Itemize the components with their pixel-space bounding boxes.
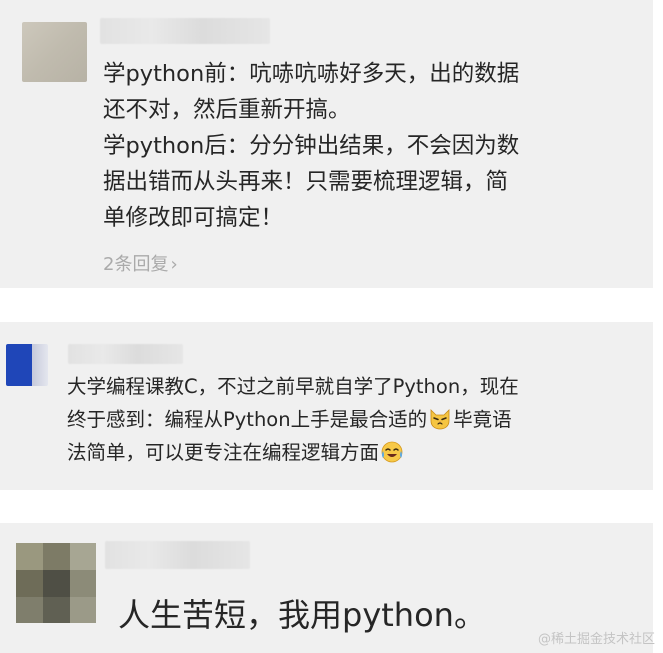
comment-line: 法简单，可以更专注在编程逻辑方面 [67,436,647,469]
chevron-right-icon: › [170,254,178,275]
comment-segment: 终于感到：编程从Python上手是最合适的 [67,408,428,431]
comment-line: 大学编程课教C，不过之前早就自学了Python，现在 [67,375,519,398]
view-replies-link[interactable]: 2条回复 › [103,250,178,276]
comment-line: 学python后：分分钟出结果，不会因为数 [103,133,520,159]
comment-line: 还不对，然后重新开搞。 [103,97,351,123]
comment-line: 终于感到：编程从Python上手是最合适的 毕竟语 [67,403,647,436]
blurred-username [105,541,250,569]
comment-line: 据出错而从头再来！只需要梳理逻辑，简 [103,169,509,195]
comment-text: 学python前：吭哧吭哧好多天，出的数据 还不对，然后重新开搞。 学pytho… [103,56,633,236]
avatar[interactable] [16,543,96,623]
blurred-username [100,18,270,44]
comment-line: 单修改即可搞定！ [103,205,284,231]
avatar[interactable] [22,22,87,82]
comment-segment: 法简单，可以更专注在编程逻辑方面 [67,441,380,464]
comment-line: 学python前：吭哧吭哧好多天，出的数据 [103,61,520,87]
comment-text: 大学编程课教C，不过之前早就自学了Python，现在 终于感到：编程从Pytho… [67,370,647,469]
comment-segment: 毕竟语 [453,408,512,431]
comment-card: 大学编程课教C，不过之前早就自学了Python，现在 终于感到：编程从Pytho… [0,322,653,490]
watermark: @稀土掘金技术社区 [537,632,655,647]
reply-count-label: 2条回复 [103,254,169,275]
comment-card: 学python前：吭哧吭哧好多天，出的数据 还不对，然后重新开搞。 学pytho… [0,0,653,288]
cat-face-emoji [430,409,450,430]
comment-list: 学python前：吭哧吭哧好多天，出的数据 还不对，然后重新开搞。 学pytho… [0,0,663,653]
avatar[interactable] [6,344,48,386]
blurred-username [68,344,183,364]
crying-laughing-emoji [381,441,403,463]
